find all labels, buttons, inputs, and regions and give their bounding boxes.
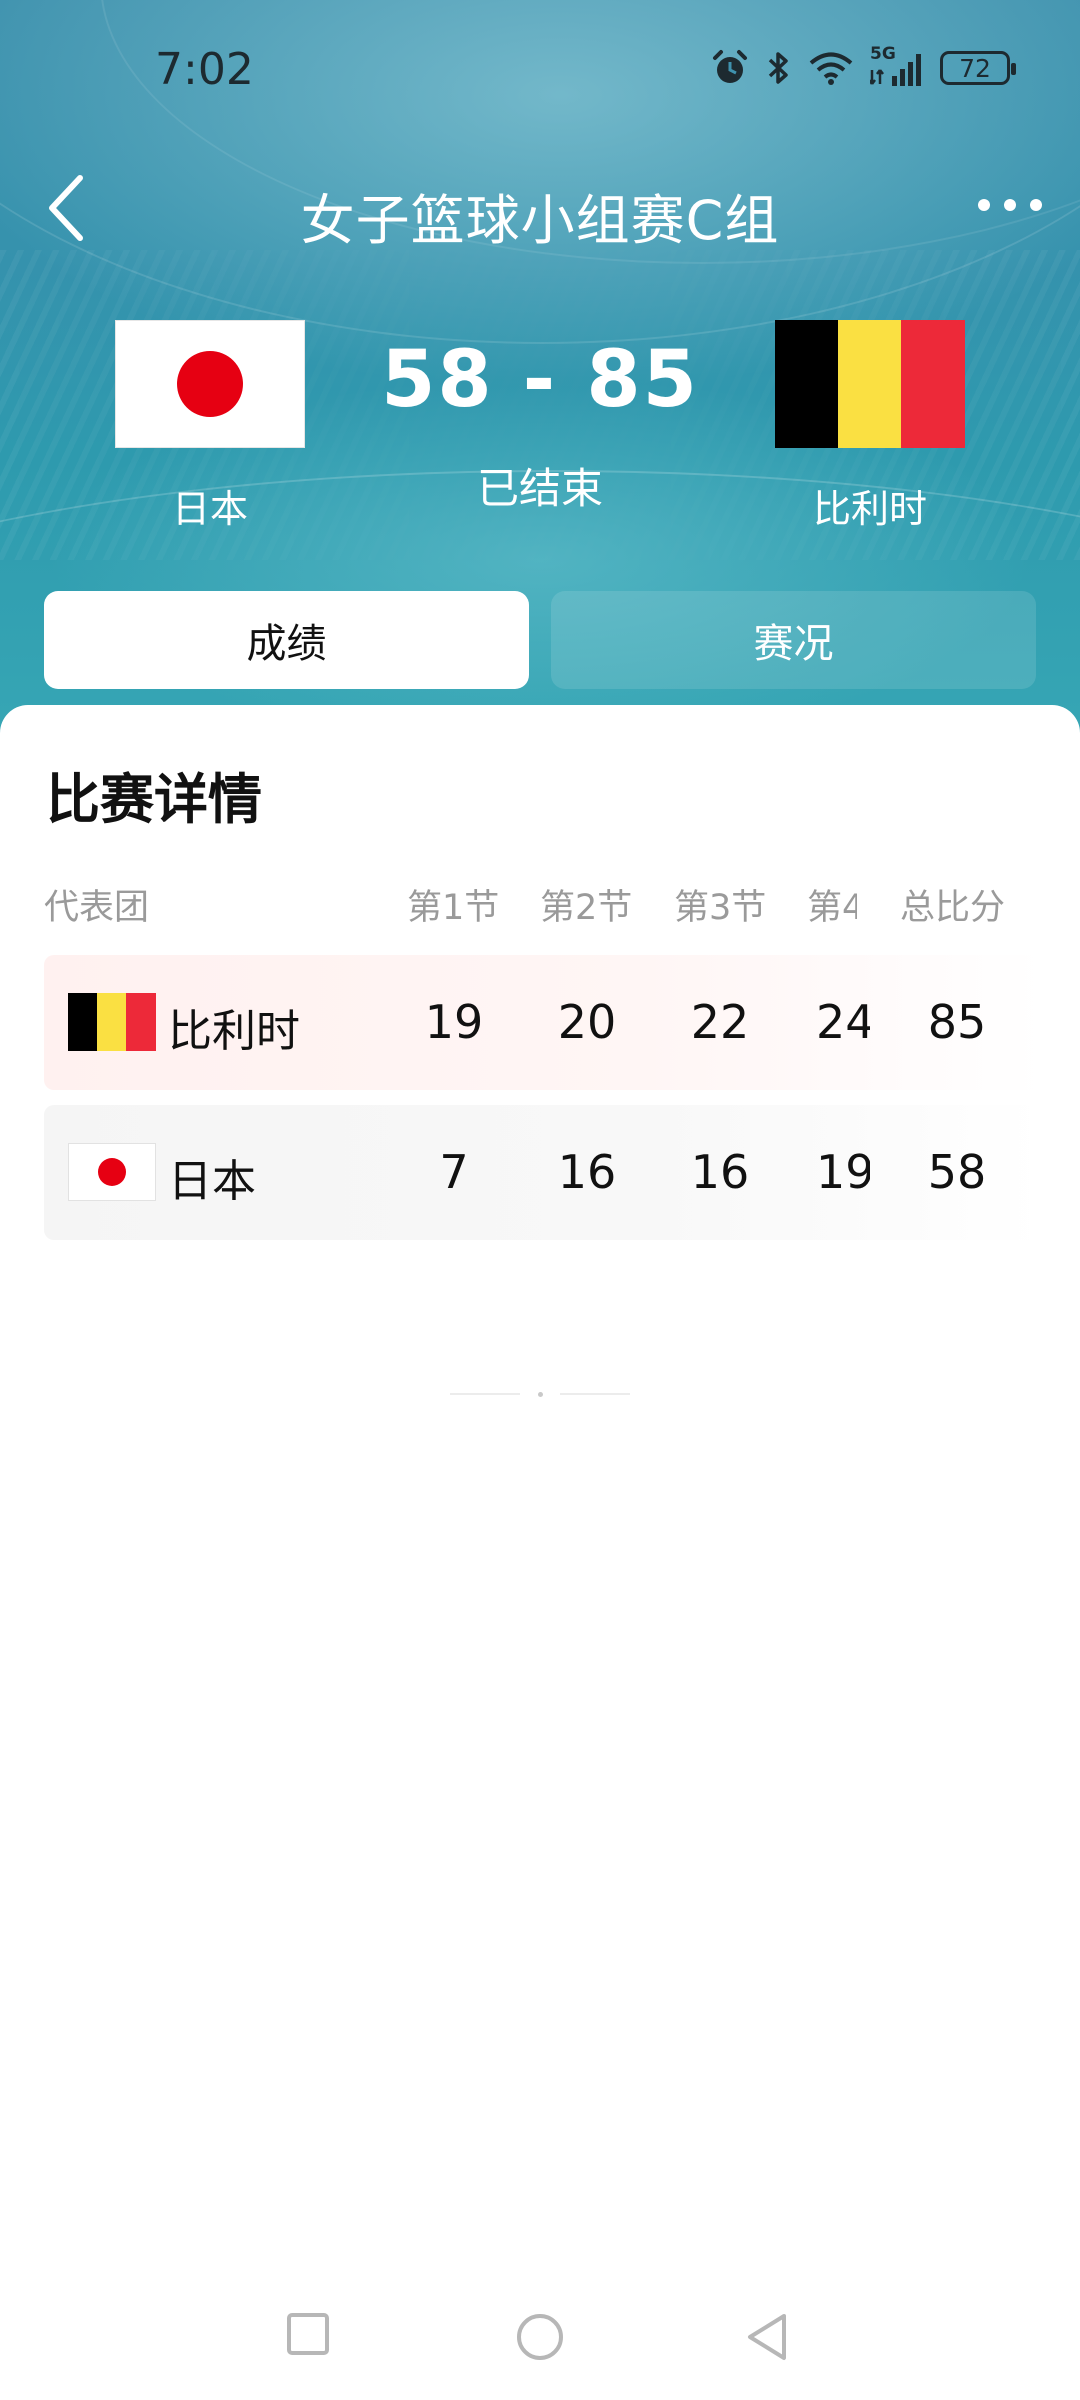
column-header-q2: 第2节	[540, 888, 633, 928]
table-header: 代表团 第1节 第2节 第3节 第4节 总比分	[44, 855, 1044, 955]
score-table: 代表团 第1节 第2节 第3节 第4节 总比分 比利时 19 20 22 24 …	[44, 855, 1044, 1255]
cell-q2: 20	[557, 995, 617, 1049]
cell-q1: 7	[439, 1145, 469, 1199]
section-title: 比赛详情	[46, 768, 262, 831]
column-header-q1: 第1节	[407, 888, 500, 928]
row-team-name: 比利时	[168, 1006, 300, 1057]
belgium-flag-icon	[775, 320, 965, 448]
alarm-icon	[713, 50, 747, 83]
more-button[interactable]	[970, 180, 1050, 230]
cell-q3: 22	[690, 995, 750, 1049]
belgium-flag-icon	[68, 993, 156, 1051]
battery-icon: 72	[940, 51, 1016, 85]
column-header-team: 代表团	[44, 888, 150, 928]
more-icon	[978, 199, 1042, 211]
column-header-q3: 第3节	[674, 888, 767, 928]
page-title: 女子篮球小组赛C组	[300, 189, 780, 252]
status-bar: 7:02 5G 72	[0, 0, 1080, 140]
away-team-name: 比利时	[812, 487, 927, 531]
square-icon	[287, 2313, 329, 2355]
circle-icon	[517, 2314, 563, 2360]
triangle-back-icon	[748, 2314, 786, 2360]
away-team[interactable]: 比利时	[770, 320, 970, 533]
signal-icon: 5G	[870, 44, 924, 88]
bluetooth-icon	[768, 52, 788, 84]
cell-q3: 16	[690, 1145, 750, 1199]
battery-level: 72	[959, 53, 991, 83]
cell-q4: 24	[816, 995, 870, 1049]
cell-q4: 19	[816, 1145, 870, 1199]
end-divider	[560, 1393, 630, 1395]
row-team-name: 日本	[168, 1156, 256, 1207]
wifi-icon	[809, 52, 853, 85]
cell-q1: 19	[424, 995, 484, 1049]
column-header-total: 总比分	[900, 888, 1006, 928]
cell-total: 58	[927, 1145, 987, 1199]
cell-total: 85	[927, 995, 987, 1049]
end-divider	[450, 1393, 520, 1395]
status-time: 7:02	[155, 44, 254, 95]
recent-apps-button[interactable]	[286, 2312, 330, 2360]
status-icons: 5G 72	[710, 44, 1016, 88]
tab-results[interactable]: 成绩	[44, 591, 529, 689]
system-navigation-bar	[0, 2280, 1080, 2400]
table-row[interactable]: 日本 7 16 16 19 58	[44, 1105, 1044, 1240]
table-row[interactable]: 比利时 19 20 22 24 85	[44, 955, 1044, 1090]
home-button[interactable]	[515, 2312, 565, 2366]
tab-live[interactable]: 赛况	[551, 591, 1036, 689]
cell-q2: 16	[557, 1145, 617, 1199]
end-divider-dot	[538, 1392, 543, 1397]
column-header-q4: 第4节	[807, 888, 857, 928]
back-nav-button[interactable]	[744, 2312, 790, 2366]
japan-flag-icon	[68, 1143, 156, 1201]
content-card: 比赛详情 代表团 第1节 第2节 第3节 第4节 总比分 比利时 19 20 2…	[0, 705, 1080, 2400]
